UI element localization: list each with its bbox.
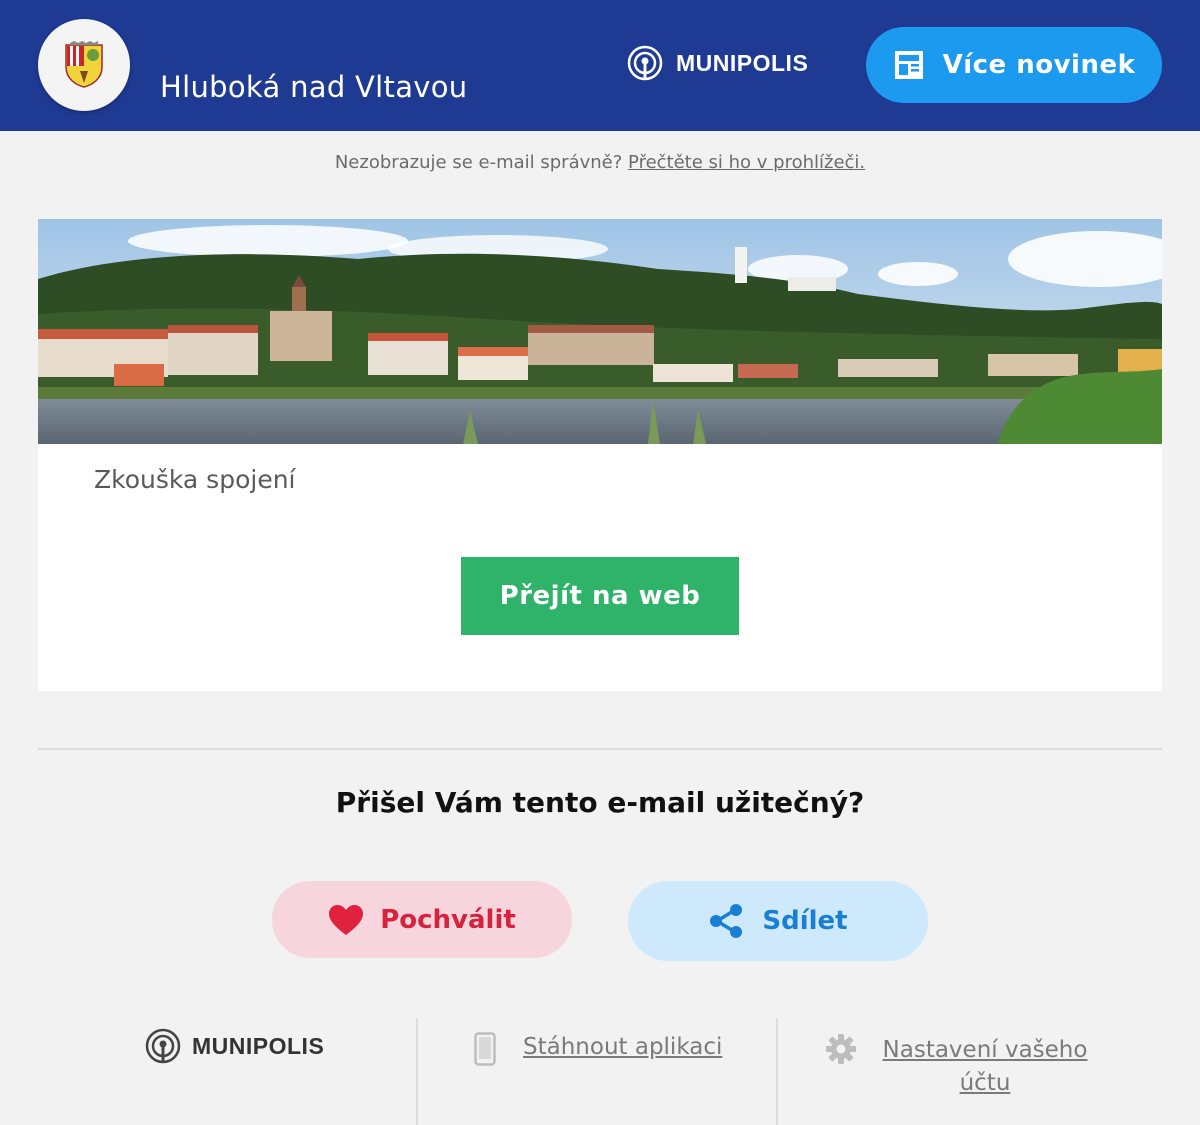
- article-card: Zkouška spojení Přejít na web: [38, 219, 1162, 691]
- footer-separator: [776, 1018, 778, 1125]
- praise-button[interactable]: Pochválit: [272, 881, 572, 958]
- feedback-question: Přišel Vám tento e-mail užitečný?: [335, 786, 865, 819]
- article-title: Zkouška spojení: [94, 465, 296, 494]
- phone-icon: [474, 1032, 496, 1066]
- gear-icon: [826, 1034, 856, 1064]
- town-crest-icon: [38, 19, 130, 111]
- header-bar: Hluboká nad Vltavou MUNIPOLIS Více novin…: [0, 0, 1200, 131]
- account-settings-link-line1[interactable]: Nastavení vašeho: [870, 1034, 1100, 1067]
- share-label: Sdílet: [762, 906, 848, 936]
- munipolis-logo[interactable]: MUNIPOLIS: [626, 44, 808, 82]
- view-in-browser-link[interactable]: Přečtěte si ho v prohlížeči.: [628, 152, 865, 173]
- footer-munipolis-logo[interactable]: MUNIPOLIS: [144, 1027, 324, 1065]
- newspaper-icon: [894, 51, 923, 79]
- account-settings-link-line2[interactable]: účtu: [870, 1067, 1100, 1100]
- footer-munipolis-wordmark: MUNIPOLIS: [192, 1032, 325, 1059]
- account-settings-link-wrapper[interactable]: Nastavení vašeho účtu: [870, 1034, 1100, 1100]
- section-divider: [38, 748, 1162, 750]
- go-to-web-button[interactable]: Přejít na web: [461, 557, 739, 635]
- download-app-link[interactable]: Stáhnout aplikaci: [523, 1034, 722, 1060]
- browser-note-text: Nezobrazuje se e-mail správně?: [334, 152, 623, 173]
- heart-icon: [329, 904, 364, 935]
- town-panorama-image: [38, 219, 1162, 444]
- praise-label: Pochválit: [380, 904, 516, 935]
- more-news-label: Více novinek: [942, 50, 1136, 80]
- broadcast-icon: [145, 1028, 181, 1064]
- broadcast-icon: [627, 45, 663, 81]
- share-icon: [710, 904, 743, 938]
- footer-separator: [416, 1018, 418, 1125]
- share-button[interactable]: Sdílet: [628, 881, 928, 961]
- munipolis-wordmark: MUNIPOLIS: [676, 49, 809, 76]
- browser-view-note: Nezobrazuje se e-mail správně? Přečtěte …: [0, 152, 1200, 173]
- more-news-button[interactable]: Více novinek: [866, 27, 1162, 103]
- town-name: Hluboká nad Vltavou: [160, 70, 468, 104]
